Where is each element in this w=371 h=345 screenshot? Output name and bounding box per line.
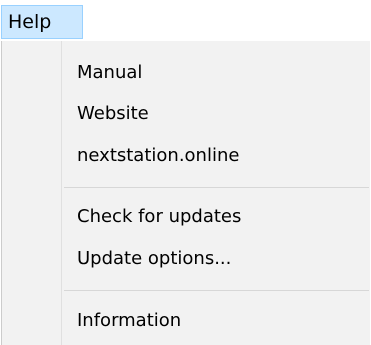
menu-item-information[interactable]: Information	[2, 301, 369, 341]
menu-item-update-options[interactable]: Update options...	[2, 239, 369, 279]
menu-item-label: Website	[77, 103, 149, 124]
menu-help-label: Help	[8, 11, 52, 33]
menu-item-website[interactable]: Website	[2, 94, 369, 134]
menu-bar: Help	[0, 0, 371, 42]
menu-help[interactable]: Help	[1, 5, 83, 39]
menu-separator	[64, 187, 369, 188]
help-dropdown-menu: Manual Website nextstation.online Check …	[1, 41, 370, 345]
menu-item-label: Update options...	[77, 248, 232, 269]
menu-item-label: Manual	[77, 62, 143, 83]
menu-item-nextstation-online[interactable]: nextstation.online	[2, 136, 369, 176]
menu-item-manual[interactable]: Manual	[2, 53, 369, 93]
menu-item-label: nextstation.online	[77, 145, 240, 166]
menu-item-label: Information	[77, 310, 182, 331]
menu-separator	[64, 290, 369, 291]
menu-item-check-for-updates[interactable]: Check for updates	[2, 197, 369, 237]
menu-item-label: Check for updates	[77, 206, 242, 227]
